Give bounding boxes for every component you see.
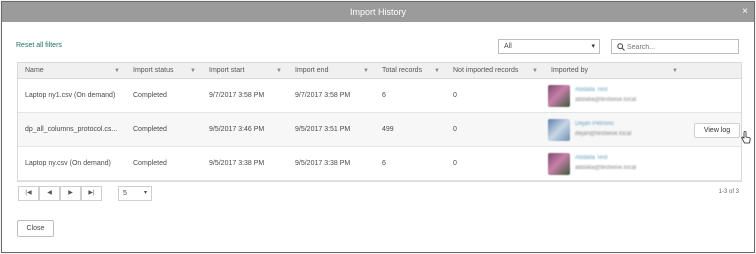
column-header-not-imported[interactable]: Not imported records ▼ [446, 63, 544, 79]
import-history-table: Name ▼ Import status ▼ Import start ▼ Impor… [17, 62, 751, 182]
cell-name: dp_all_columns_protocol.cs... [25, 126, 118, 133]
cell-end: 9/5/2017 3:38 PM [295, 160, 351, 167]
filter-select[interactable]: All ▾ [498, 39, 600, 54]
column-header-name[interactable]: Name ▼ [18, 63, 126, 79]
cell-total: 499 [382, 126, 394, 133]
filter-icon[interactable]: ▼ [114, 63, 120, 79]
reset-filters-link[interactable]: Reset all filters [16, 42, 62, 49]
filter-icon[interactable]: ▼ [190, 63, 196, 79]
user-email: abdalla@testwise.local [575, 97, 637, 103]
table-row[interactable]: Laptop ny1.csv (On demand) Completed 9/7… [18, 79, 741, 113]
column-header-end[interactable]: Import end ▼ [288, 63, 375, 79]
column-label: Not imported records [453, 67, 519, 74]
cell-end: 9/5/2017 3:51 PM [295, 126, 351, 133]
view-log-button[interactable]: View log [694, 123, 740, 138]
column-label: Import status [133, 67, 174, 74]
filter-icon[interactable]: ▼ [276, 63, 282, 79]
dialog-title: Import History [349, 7, 406, 17]
column-label: Name [25, 67, 44, 74]
filter-icon[interactable]: ▼ [672, 63, 678, 79]
column-header-total[interactable]: Total records ▼ [375, 63, 446, 79]
column-header-status[interactable]: Import status ▼ [126, 63, 202, 79]
filter-icon[interactable]: ▼ [434, 63, 440, 79]
cell-not-imported: 0 [453, 126, 457, 133]
cell-total: 6 [382, 160, 386, 167]
import-history-dialog: Import History × Reset all filters All ▾… [1, 1, 755, 253]
column-header-imported-by[interactable]: Imported by ▼ [544, 63, 684, 79]
last-page-button[interactable]: ▶| [81, 186, 102, 201]
page-size-select[interactable]: 5 ▾ [118, 186, 152, 201]
avatar [548, 153, 570, 175]
table-header: Name ▼ Import status ▼ Import start ▼ Impor… [18, 63, 741, 79]
avatar [548, 85, 570, 107]
pager-range: 1-3 of 3 [718, 189, 739, 195]
column-label: Total records [382, 67, 423, 74]
table-row[interactable]: Laptop ny.csv (On demand) Completed 9/5/… [18, 147, 741, 181]
cell-status: Completed [133, 160, 167, 167]
close-button[interactable]: Close [17, 220, 54, 237]
user-name: Abdalla Test [575, 155, 608, 161]
prev-page-button[interactable]: ◀ [39, 186, 60, 201]
next-page-button[interactable]: ▶ [60, 186, 81, 201]
chevron-down-icon: ▾ [143, 190, 147, 196]
cell-end: 9/7/2017 3:58 PM [295, 92, 351, 99]
chevron-down-icon: ▾ [591, 43, 595, 50]
user-name: Dejan Petrovic [575, 121, 615, 127]
hand-cursor-icon [741, 131, 751, 144]
user-name: Abdalla Test [575, 87, 608, 93]
toolbar: Reset all filters All ▾ [16, 39, 740, 55]
filter-select-value: All [504, 43, 512, 50]
user-email: abdalla@testwise.local [575, 165, 637, 171]
table-row[interactable]: dp_all_columns_protocol.cs... Completed … [18, 113, 751, 147]
cell-start: 9/5/2017 3:38 PM [209, 160, 265, 167]
cell-name: Laptop ny1.csv (On demand) [25, 92, 116, 99]
column-label: Imported by [551, 67, 588, 74]
cell-name: Laptop ny.csv (On demand) [25, 160, 111, 167]
column-header-start[interactable]: Import start ▼ [202, 63, 288, 79]
page-size-value: 5 [123, 190, 127, 197]
filter-icon[interactable]: ▼ [363, 63, 369, 79]
cell-start: 9/7/2017 3:58 PM [209, 92, 265, 99]
cell-status: Completed [133, 126, 167, 133]
search-field[interactable] [611, 39, 739, 54]
cell-not-imported: 0 [453, 160, 457, 167]
cell-not-imported: 0 [453, 92, 457, 99]
user-email: dejan@testwise.local [575, 131, 632, 137]
search-icon [617, 43, 625, 51]
dialog-titlebar: Import History × [2, 2, 754, 22]
first-page-button[interactable]: |◀ [18, 186, 39, 201]
cell-status: Completed [133, 92, 167, 99]
column-label: Import start [209, 67, 245, 74]
close-icon[interactable]: × [742, 2, 748, 22]
cell-total: 6 [382, 92, 386, 99]
avatar [548, 119, 570, 141]
search-input[interactable] [627, 42, 733, 52]
filter-icon[interactable]: ▼ [532, 63, 538, 79]
cell-start: 9/5/2017 3:46 PM [209, 126, 265, 133]
column-label: Import end [295, 67, 329, 74]
